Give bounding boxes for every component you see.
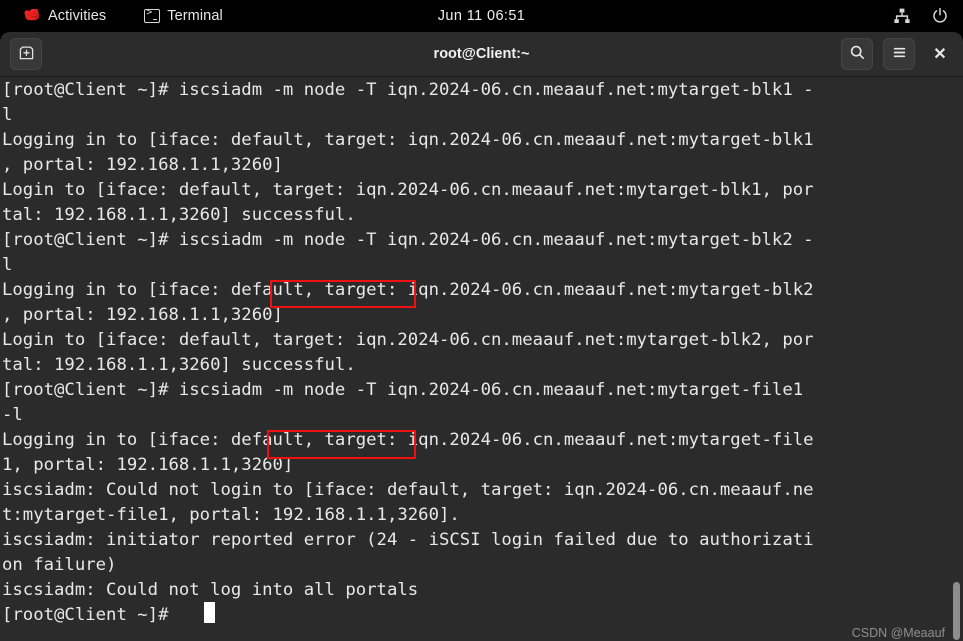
close-button[interactable]: ✕ bbox=[925, 39, 955, 69]
terminal-line: Logging in to [iface: default, target: i… bbox=[2, 430, 814, 450]
network-hierarchy-icon[interactable] bbox=[891, 5, 913, 27]
app-menu-label: Terminal bbox=[167, 8, 223, 24]
activities-label: Activities bbox=[48, 8, 107, 24]
terminal-body[interactable]: [root@Client ~]# iscsiadm -m node -T iqn… bbox=[0, 77, 963, 641]
app-menu-terminal[interactable]: Terminal bbox=[136, 6, 231, 26]
system-status-area[interactable] bbox=[891, 5, 951, 27]
terminal-line: [root@Client ~]# iscsiadm -m node -T iqn… bbox=[2, 80, 814, 100]
terminal-line: iscsiadm: initiator reported error (24 -… bbox=[2, 530, 814, 550]
terminal-cursor bbox=[204, 602, 215, 623]
terminal-window: root@Client:~ ✕ [root@Client ~]# iscsiad… bbox=[0, 32, 963, 641]
terminal-line: Login to [iface: default, target: iqn.20… bbox=[2, 180, 814, 200]
terminal-line: -l bbox=[2, 405, 23, 425]
terminal-line: iscsiadm: Could not log into all portals bbox=[2, 580, 419, 600]
terminal-line: t:mytarget-file1, portal: 192.168.1.1,32… bbox=[2, 505, 460, 525]
new-tab-button[interactable] bbox=[10, 38, 42, 70]
terminal-line: tal: 192.168.1.1,3260] successful. bbox=[2, 205, 356, 225]
terminal-line: Logging in to [iface: default, target: i… bbox=[2, 280, 814, 300]
scrollbar-thumb[interactable] bbox=[953, 582, 960, 640]
search-icon bbox=[849, 44, 866, 65]
close-icon: ✕ bbox=[933, 46, 947, 63]
activities-button[interactable]: Activities bbox=[16, 6, 114, 26]
terminal-line: [root@Client ~]# bbox=[2, 605, 179, 625]
terminal-icon bbox=[144, 7, 161, 23]
watermark-label: CSDN @Meaauf bbox=[851, 626, 945, 640]
window-titlebar[interactable]: root@Client:~ ✕ bbox=[0, 32, 963, 77]
terminal-line: , portal: 192.168.1.1,3260] bbox=[2, 305, 283, 325]
terminal-line: , portal: 192.168.1.1,3260] bbox=[2, 155, 283, 175]
terminal-line: [root@Client ~]# iscsiadm -m node -T iqn… bbox=[2, 380, 804, 400]
terminal-line: [root@Client ~]# iscsiadm -m node -T iqn… bbox=[2, 230, 814, 250]
terminal-line: iscsiadm: Could not login to [iface: def… bbox=[2, 480, 814, 500]
terminal-line: 1, portal: 192.168.1.1,3260] bbox=[2, 455, 294, 475]
power-icon[interactable] bbox=[929, 5, 951, 27]
titlebar-controls: ✕ bbox=[841, 38, 955, 70]
terminal-line: Login to [iface: default, target: iqn.20… bbox=[2, 330, 814, 350]
terminal-line: l bbox=[2, 255, 13, 275]
hamburger-menu-icon bbox=[891, 44, 908, 65]
search-button[interactable] bbox=[841, 38, 873, 70]
new-tab-icon bbox=[18, 44, 35, 65]
terminal-output: [root@Client ~]# iscsiadm -m node -T iqn… bbox=[2, 78, 932, 628]
gnome-top-bar: Activities Terminal Jun 11 06:51 bbox=[0, 0, 963, 32]
menu-button[interactable] bbox=[883, 38, 915, 70]
terminal-line: tal: 192.168.1.1,3260] successful. bbox=[2, 355, 356, 375]
terminal-line: l bbox=[2, 105, 13, 125]
terminal-line: Logging in to [iface: default, target: i… bbox=[2, 130, 814, 150]
redhat-logo-icon bbox=[24, 8, 41, 23]
terminal-line: on failure) bbox=[2, 555, 117, 575]
window-title: root@Client:~ bbox=[433, 46, 530, 62]
terminal-scrollbar[interactable] bbox=[950, 77, 963, 641]
